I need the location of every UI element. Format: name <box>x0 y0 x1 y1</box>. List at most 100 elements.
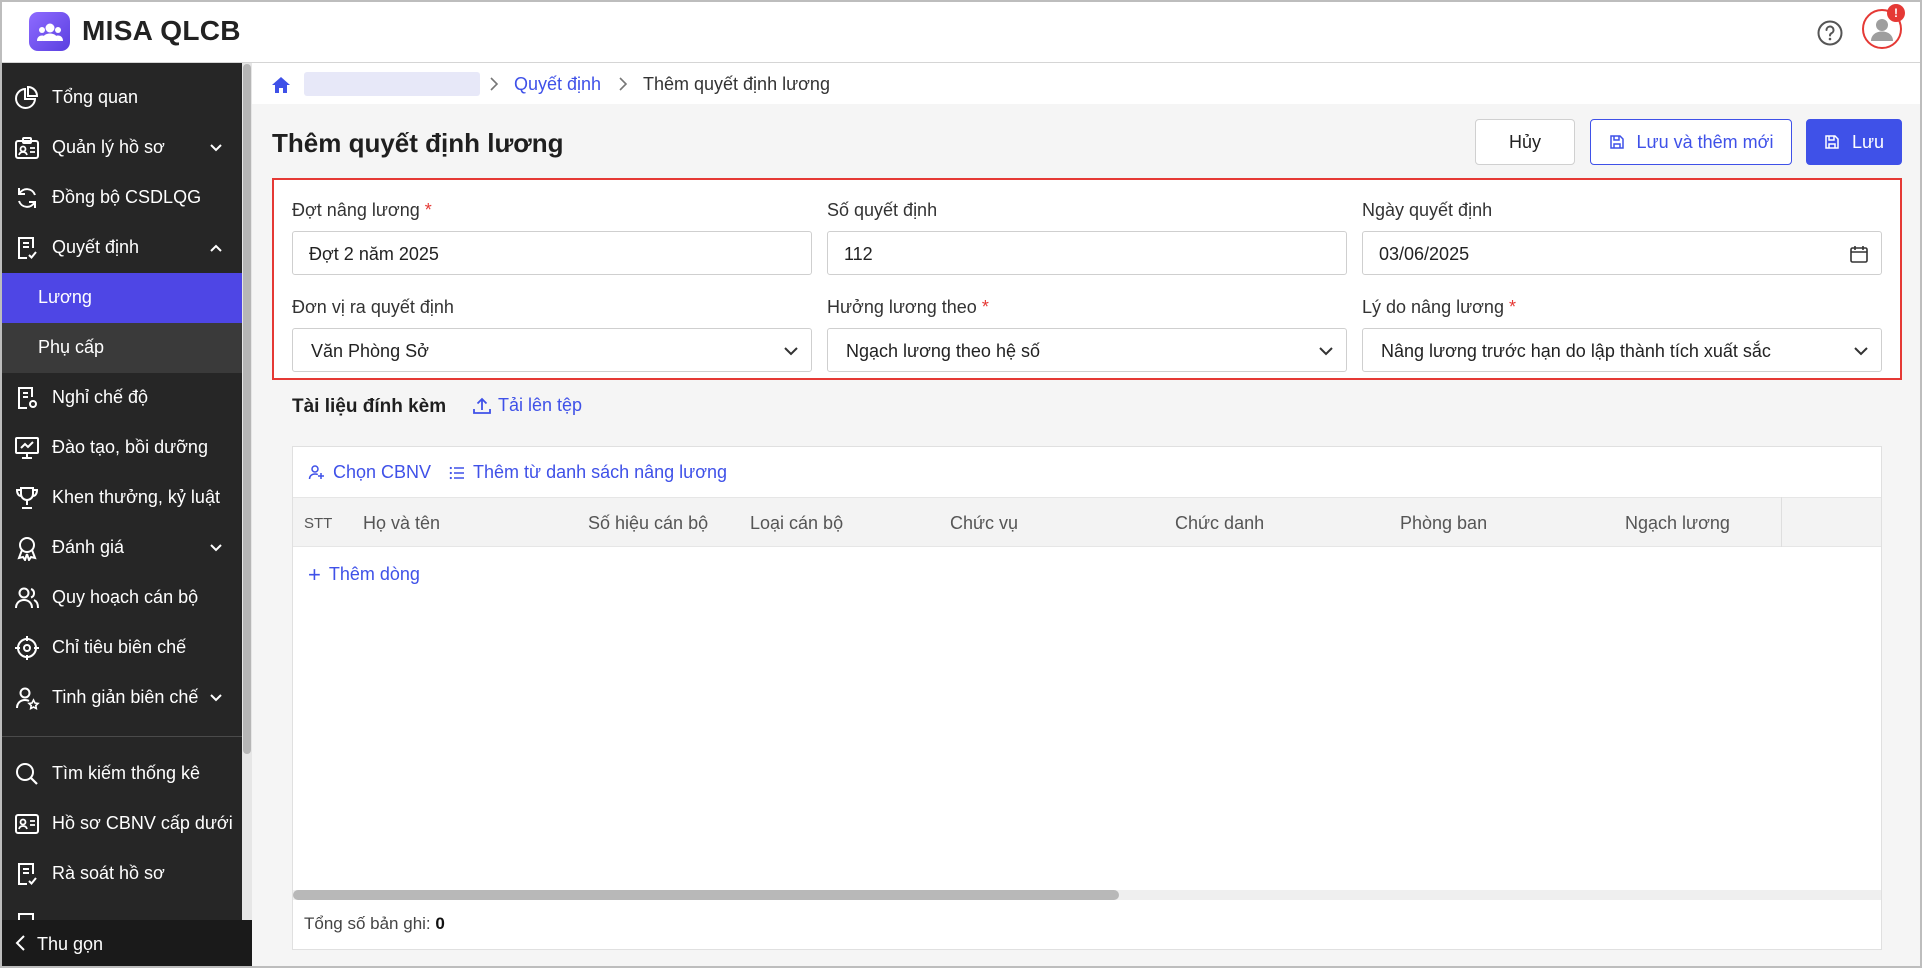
column-header-loai-can-bo[interactable]: Loại cán bộ <box>750 513 843 534</box>
sidebar-subitem-phu-cap[interactable]: Phụ cấp <box>2 323 242 373</box>
upload-label: Tải lên tệp <box>498 395 583 415</box>
don-vi-label: Đơn vị ra quyết định <box>292 297 454 317</box>
notification-badge: ! <box>1887 4 1905 22</box>
column-header-phong-ban[interactable]: Phòng ban <box>1400 513 1487 534</box>
breadcrumb-redacted[interactable] <box>304 72 480 96</box>
sidebar-subitem-luong[interactable]: Lương <box>2 273 242 323</box>
save-and-new-button[interactable]: Lưu và thêm mới <box>1590 119 1792 165</box>
calendar-icon[interactable] <box>1849 244 1869 264</box>
help-icon[interactable] <box>1816 19 1844 47</box>
sidebar-item-ra-soat[interactable]: Rà soát hồ sơ <box>2 849 242 899</box>
chevron-up-icon <box>210 244 222 252</box>
search-icon <box>16 763 38 785</box>
chevron-down-icon <box>210 544 222 552</box>
save-label: Lưu <box>1851 131 1885 152</box>
sidebar-item-nghi-che-do[interactable]: Nghỉ chế độ <box>2 373 242 423</box>
chevron-right-icon <box>490 77 499 91</box>
upload-file-button[interactable]: Tải lên tệp <box>472 395 582 416</box>
ly-do-select[interactable]: Nâng lương trước hạn do lập thành tích x… <box>1362 328 1882 372</box>
app-title: MISA QLCB <box>82 15 241 46</box>
ngay-quyet-dinh-field[interactable]: 03/06/2025 <box>1362 231 1882 275</box>
document-settings-icon <box>18 387 37 409</box>
chevron-down-icon <box>784 347 798 356</box>
sidebar-item-label: Tinh giản biên chế <box>52 687 199 707</box>
field-value: Đợt 2 năm 2025 <box>309 244 439 264</box>
chevron-down-icon <box>1854 347 1868 356</box>
sidebar-item-tim-kiem[interactable]: Tìm kiếm thống kê <box>2 749 242 799</box>
so-quyet-dinh-field[interactable]: 112 <box>827 231 1347 275</box>
sidebar-item-label: Quyết định <box>52 237 140 257</box>
add-from-list-label: Thêm từ danh sách nâng lương <box>473 462 728 482</box>
floppy-disk-icon <box>1825 135 1839 149</box>
add-from-list-button[interactable]: Thêm từ danh sách nâng lương <box>449 462 727 483</box>
breadcrumb <box>252 64 1920 104</box>
sidebar-divider <box>2 736 242 737</box>
total-records: Tổng số bản ghi: 0 <box>304 914 445 933</box>
sidebar-item-khen-thuong[interactable]: Khen thưởng, kỷ luật <box>2 473 242 523</box>
sidebar-scrollbar-thumb[interactable] <box>243 64 251 754</box>
dot-nang-luong-field[interactable]: Đợt 2 năm 2025 <box>292 231 812 275</box>
sidebar-subitem-label: Phụ cấp <box>38 337 105 357</box>
id-card-icon <box>15 137 39 159</box>
sidebar-item-quyet-dinh[interactable]: Quyết định <box>2 223 242 273</box>
plus-icon: + <box>308 561 321 587</box>
sidebar-item-chi-tieu[interactable]: Chỉ tiêu biên chế <box>2 623 242 673</box>
user-add-icon <box>308 465 324 480</box>
sidebar-item-label: Chỉ tiêu biên chế <box>52 637 187 657</box>
sidebar-item-label: Hồ sơ CBNV cấp dưới <box>52 813 233 833</box>
column-header-chuc-danh[interactable]: Chức danh <box>1175 513 1264 534</box>
breadcrumb-link-quyet-dinh[interactable]: Quyết định <box>514 74 601 95</box>
floppy-disk-icon <box>1609 135 1624 149</box>
chevron-down-icon <box>210 694 222 702</box>
sidebar-item-dao-tao[interactable]: Đào tạo, bồi dưỡng <box>2 423 242 473</box>
upload-icon <box>473 397 491 414</box>
chevron-right-icon <box>619 77 628 91</box>
field-value: Ngạch lương theo hệ số <box>846 341 1040 361</box>
add-row-button[interactable]: + Thêm dòng <box>308 561 420 587</box>
collapse-sidebar-button[interactable]: Thu gọn <box>2 920 252 966</box>
sidebar-item-danh-gia[interactable]: Đánh giá <box>2 523 242 573</box>
sidebar-item-label: Khen thưởng, kỷ luật <box>52 487 220 507</box>
users-icon <box>15 587 39 609</box>
breadcrumb-current: Thêm quyết định lương <box>643 74 830 94</box>
chevron-down-icon <box>210 144 222 152</box>
save-button[interactable]: Lưu <box>1806 119 1902 165</box>
sidebar-item-dong-bo[interactable]: Đồng bộ CSDLQG <box>2 173 242 223</box>
field-value: 03/06/2025 <box>1379 244 1470 264</box>
don-vi-select[interactable]: Văn Phòng Sở <box>292 328 812 372</box>
sidebar: Tổng quan Quản lý hồ sơ Đồng bộ CSDLQG Q… <box>2 63 242 966</box>
sidebar-item-quan-ly-ho-so[interactable]: Quản lý hồ sơ <box>2 123 242 173</box>
sidebar-item-ho-so-cap-duoi[interactable]: Hồ sơ CBNV cấp dưới <box>2 799 242 849</box>
sidebar-item-tong-quan[interactable]: Tổng quan <box>2 73 242 123</box>
award-icon <box>17 537 37 561</box>
column-header-ho-ten[interactable]: Họ và tên <box>363 513 440 534</box>
sidebar-item-label: Rà soát hồ sơ <box>52 863 165 883</box>
target-icon <box>15 636 39 660</box>
column-header-ngach-luong[interactable]: Ngạch lương <box>1625 513 1730 534</box>
sidebar-subitem-label: Lương <box>38 287 92 307</box>
sidebar-item-label: Tổng quan <box>52 87 139 107</box>
column-header-stt[interactable]: STT <box>304 515 332 532</box>
dot-nang-luong-label: Đợt nâng lương * <box>292 200 432 220</box>
sidebar-item-label: Quy hoạch cán bộ <box>52 587 199 607</box>
sidebar-item-label: Quản lý hồ sơ <box>52 137 165 157</box>
choose-employee-button[interactable]: Chọn CBNV <box>308 462 431 483</box>
grid-scrollbar-thumb[interactable] <box>293 890 1119 900</box>
sync-icon <box>18 188 36 208</box>
ly-do-label: Lý do nâng lương * <box>1362 297 1516 317</box>
field-value: Nâng lương trước hạn do lập thành tích x… <box>1381 341 1771 361</box>
huong-luong-select[interactable]: Ngạch lương theo hệ số <box>827 328 1347 372</box>
app-logo[interactable] <box>29 12 70 51</box>
cancel-button[interactable]: Hủy <box>1475 119 1575 165</box>
sidebar-item-quy-hoach[interactable]: Quy hoạch cán bộ <box>2 573 242 623</box>
sidebar-item-tinh-gian[interactable]: Tinh giản biên chế <box>2 673 242 723</box>
chevron-down-icon <box>1319 347 1333 356</box>
column-header-chuc-vu[interactable]: Chức vụ <box>950 513 1018 534</box>
cancel-label: Hủy <box>1508 131 1541 152</box>
column-header-so-hieu[interactable]: Số hiệu cán bộ <box>588 513 708 534</box>
sidebar-item-label: Đào tạo, bồi dưỡng <box>52 437 208 457</box>
home-icon[interactable] <box>270 74 292 96</box>
choose-employee-label: Chọn CBNV <box>333 462 432 482</box>
chevron-left-icon <box>15 935 25 951</box>
pie-chart-icon <box>15 85 39 109</box>
